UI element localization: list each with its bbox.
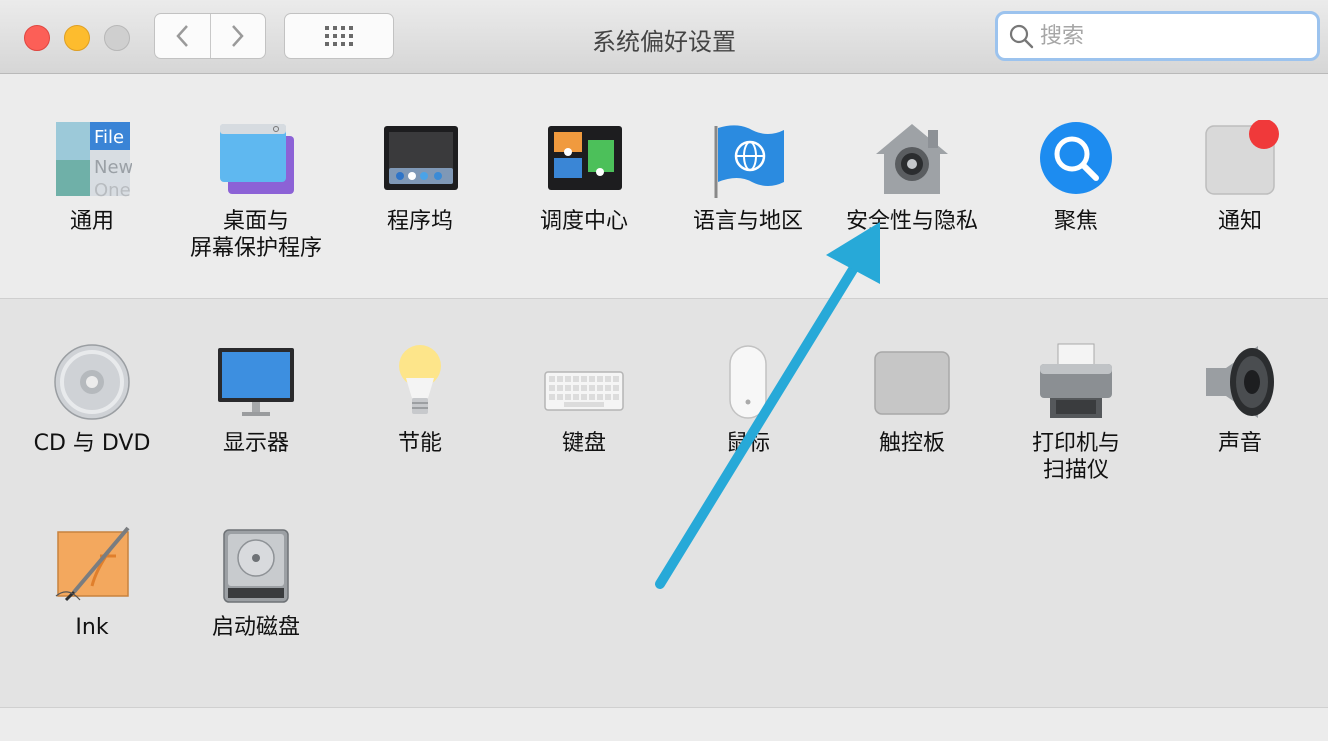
search-field[interactable] <box>995 11 1320 61</box>
general-icon-new-text: New <box>94 157 132 178</box>
pane-label: 聚焦 <box>1053 209 1098 234</box>
pane-label: 声音 <box>1217 431 1262 456</box>
pane-general[interactable]: File New One 通用 <box>10 120 174 235</box>
pane-desktop-screensaver[interactable]: 桌面与 屏幕保护程序 <box>174 120 338 262</box>
pane-label: 启动磁盘 <box>211 615 300 640</box>
language-region-icon <box>714 125 784 198</box>
dock-icon <box>384 126 458 190</box>
sound-icon <box>1206 346 1274 418</box>
pane-cd-dvd[interactable]: CD 与 DVD <box>10 342 174 457</box>
notifications-icon <box>1205 119 1279 195</box>
mouse-icon <box>729 345 767 419</box>
pane-sound[interactable]: 声音 <box>1158 342 1322 457</box>
search-input[interactable] <box>1038 22 1302 50</box>
pane-printer-scanner[interactable]: 打印机与 扫描仪 <box>994 342 1158 484</box>
pane-dock[interactable]: 程序坞 <box>338 120 502 235</box>
pane-mission-control[interactable]: 调度中心 <box>502 120 666 235</box>
search-icon <box>1009 24 1034 49</box>
keyboard-icon <box>544 371 624 411</box>
cd-dvd-icon <box>54 344 130 420</box>
pane-startup-disk[interactable]: 启动磁盘 <box>174 526 338 641</box>
pane-security-privacy[interactable]: 安全性与隐私 <box>830 120 994 235</box>
general-icon-one-text: One <box>94 180 131 200</box>
printer-scanner-icon <box>1040 343 1112 418</box>
pane-label: 显示器 <box>222 431 289 456</box>
pane-keyboard[interactable]: 键盘 <box>502 342 666 457</box>
pane-display[interactable]: 显示器 <box>174 342 338 457</box>
pane-label: 调度中心 <box>539 209 628 234</box>
pane-label: 鼠标 <box>725 431 770 456</box>
pane-spotlight[interactable]: 聚焦 <box>994 120 1158 235</box>
pane-label: 安全性与隐私 <box>845 209 978 234</box>
pane-language-region[interactable]: 语言与地区 <box>666 120 830 235</box>
security-privacy-icon <box>876 124 948 194</box>
pane-ink[interactable]: Ink <box>10 526 174 641</box>
pane-label: 通用 <box>69 209 114 234</box>
mission-control-icon <box>548 126 622 190</box>
pane-label: Ink <box>75 615 109 640</box>
pane-trackpad[interactable]: 触控板 <box>830 342 994 457</box>
pane-label: 节能 <box>397 431 442 456</box>
startup-disk-icon <box>223 529 289 603</box>
pane-notifications[interactable]: 通知 <box>1158 119 1322 235</box>
pane-label: 打印机与 扫描仪 <box>1031 431 1120 483</box>
pane-label: 键盘 <box>561 431 606 456</box>
general-icon: File New One <box>56 122 133 201</box>
display-icon <box>218 348 294 416</box>
pane-label: 桌面与 屏幕保护程序 <box>189 209 322 261</box>
pane-label: CD 与 DVD <box>33 431 151 456</box>
ink-icon <box>55 526 130 602</box>
trackpad-icon <box>874 351 950 415</box>
pane-energy-saver[interactable]: 节能 <box>338 342 502 457</box>
pane-label: 程序坞 <box>386 209 453 234</box>
desktop-screensaver-icon <box>220 124 294 194</box>
energy-saver-icon <box>399 345 441 414</box>
pane-label: 语言与地区 <box>692 209 803 234</box>
pane-label: 通知 <box>1217 209 1262 234</box>
pane-label: 触控板 <box>878 431 945 456</box>
general-icon-file-text: File <box>94 127 124 148</box>
title-bar: 系统偏好设置 <box>0 0 1328 74</box>
other-prefs-section <box>0 707 1328 741</box>
spotlight-icon <box>1040 122 1112 194</box>
pane-mouse[interactable]: 鼠标 <box>666 342 830 457</box>
